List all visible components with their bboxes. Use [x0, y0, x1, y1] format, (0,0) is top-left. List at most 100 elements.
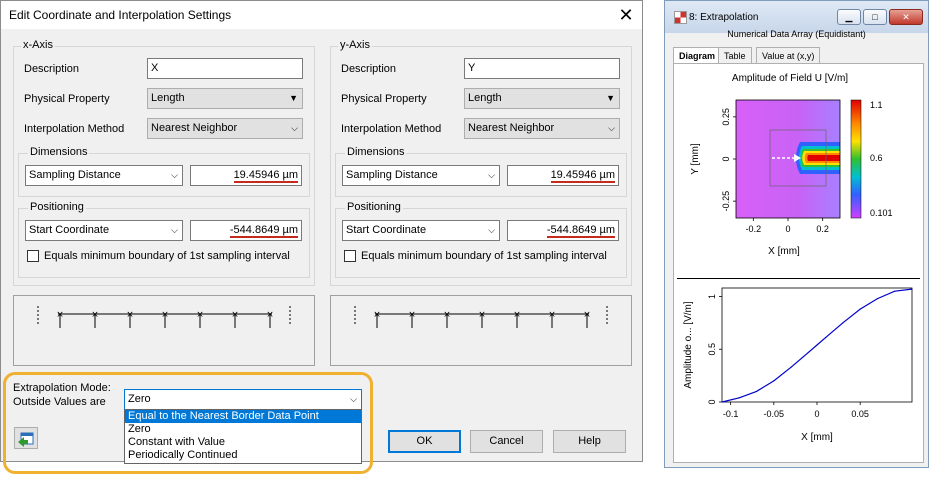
x-positioning-mode-select[interactable]: Start Coordinate ⌵	[25, 220, 183, 241]
x-sampling-distance-input[interactable]: 19.45946 µm	[190, 165, 302, 186]
tab-diagram[interactable]: Diagram	[673, 47, 722, 63]
y-start-coordinate-input[interactable]: -544.8649 µm	[507, 220, 619, 241]
x-physical-property-label: Physical Property	[24, 93, 110, 105]
colorbar-tick-mid: 0.6	[870, 153, 883, 163]
line-point-12	[911, 288, 913, 290]
colorbar-tick-min: 0.101	[870, 208, 893, 218]
x-positioning-title: Positioning	[28, 201, 86, 213]
maximize-icon[interactable]: □	[863, 9, 887, 25]
svg-text:×: ×	[408, 310, 416, 320]
window-subtitle: Numerical Data Array (Equidistant)	[727, 29, 866, 39]
minimize-icon[interactable]: ▁	[837, 9, 861, 25]
x-sampling-preview: × × × × × × ×	[13, 295, 315, 366]
line-point-6	[816, 344, 818, 346]
window-close-icon[interactable]: ✕	[889, 9, 923, 25]
x-equals-checkbox[interactable]	[27, 250, 39, 262]
y-positioning-mode-select[interactable]: Start Coordinate ⌵	[342, 220, 500, 241]
heatmap-x-tick-0: -0.2	[746, 224, 762, 234]
svg-text:×: ×	[443, 310, 451, 320]
x-axis-title: x-Axis	[21, 39, 55, 51]
colorbar	[850, 99, 862, 219]
x-start-coordinate-value: -544.8649 µm	[229, 224, 298, 238]
x-interp-select[interactable]: Nearest Neighbor ⌵	[147, 118, 303, 139]
line-xlabel: X [mm]	[801, 432, 833, 443]
svg-text:×: ×	[231, 310, 239, 320]
y-physical-property-select[interactable]: Length ▼	[464, 88, 620, 109]
line-point-3	[773, 380, 775, 382]
line-chart: 10.50 -0.1 -0.05 0 0.05 X [mm] Amplitude o.…	[683, 287, 913, 443]
line-y-axis: 10.50	[707, 294, 722, 405]
x-physical-property-select[interactable]: Length ▼	[147, 88, 303, 109]
tab-value-at[interactable]: Value at (x,y)	[756, 47, 821, 63]
chevron-down-icon: ⌵	[488, 225, 495, 235]
y-interp-select[interactable]: Nearest Neighbor ⌵	[464, 118, 620, 139]
chevron-down-icon: ⌵	[488, 170, 495, 180]
line-y-tick-1: 0.5	[707, 343, 717, 356]
ok-button[interactable]: OK	[388, 430, 461, 453]
svg-text:×: ×	[126, 310, 134, 320]
svg-text:×: ×	[583, 310, 591, 320]
x-equals-label: Equals minimum boundary of 1st sampling …	[44, 250, 290, 262]
chevron-down-icon: ⌵	[291, 123, 298, 133]
y-sampling-distance-value: 19.45946 µm	[550, 169, 615, 183]
y-dimensions-title: Dimensions	[345, 146, 407, 158]
x-interp-value: Nearest Neighbor	[151, 122, 238, 134]
line-x-tick-0: -0.1	[723, 409, 739, 419]
heatmap-y-tick-2: -0.25	[721, 191, 731, 212]
y-positioning-group	[335, 208, 627, 278]
svg-text:×: ×	[91, 310, 99, 320]
close-icon[interactable]: ✕	[613, 4, 639, 26]
x-physical-property-value: Length	[151, 92, 185, 104]
chevron-down-icon: ⌵	[171, 225, 178, 235]
line-point-2	[755, 390, 758, 393]
line-point-7	[825, 337, 827, 339]
svg-text:×: ×	[478, 310, 486, 320]
x-description-label: Description	[24, 63, 80, 75]
y-positioning-mode-value: Start Coordinate	[346, 224, 427, 236]
heatmap-title: Amplitude of Field U [V/m]	[732, 73, 848, 84]
help-button[interactable]: Help	[553, 430, 626, 453]
cancel-button[interactable]: Cancel	[470, 430, 543, 453]
line-point-9	[859, 308, 861, 310]
y-start-coordinate-value: -544.8649 µm	[546, 224, 615, 238]
x-dimensions-mode-select[interactable]: Sampling Distance ⌵	[25, 165, 183, 186]
x-dimensions-mode-value: Sampling Distance	[29, 169, 121, 181]
line-y-tick-0: 1	[707, 294, 717, 299]
panel-divider	[677, 278, 920, 279]
line-y-tick-2: 0	[707, 399, 717, 404]
y-sampling-distance-input[interactable]: 19.45946 µm	[507, 165, 619, 186]
y-equals-label: Equals minimum boundary of 1st sampling …	[361, 250, 607, 262]
heatmap-hotspot	[796, 142, 840, 174]
line-x-tick-2: 0	[814, 409, 819, 419]
x-description-input[interactable]: X	[147, 58, 303, 79]
heatmap-x-axis: -0.2 0 0.2	[746, 218, 829, 234]
heatmap-y-axis: 0.25 0 -0.25	[721, 108, 736, 211]
y-interp-label: Interpolation Method	[341, 123, 442, 135]
tab-table[interactable]: Table	[718, 47, 752, 63]
y-description-label: Description	[341, 63, 397, 75]
x-dimensions-title: Dimensions	[28, 146, 90, 158]
x-start-coordinate-input[interactable]: -544.8649 µm	[190, 220, 302, 241]
chevron-down-icon: ⌵	[171, 170, 178, 180]
y-equals-checkbox[interactable]	[344, 250, 356, 262]
heatmap-ylabel: Y [mm]	[690, 143, 701, 175]
dialog-title-bar: Edit Coordinate and Interpolation Settin…	[1, 1, 642, 29]
heatmap-xlabel: X [mm]	[768, 246, 800, 257]
y-dimensions-mode-select[interactable]: Sampling Distance ⌵	[342, 165, 500, 186]
line-x-tick-1: -0.05	[764, 409, 785, 419]
extrapolation-highlight	[3, 372, 373, 474]
heatmap-x-tick-1: 0	[785, 224, 790, 234]
y-physical-property-value: Length	[468, 92, 502, 104]
y-description-input[interactable]: Y	[464, 58, 620, 79]
dropdown-arrow-icon: ▼	[606, 93, 615, 103]
line-point-4	[790, 366, 792, 368]
extrapolation-window: 8: Extrapolation ▁ □ ✕ Numerical Data Ar…	[664, 0, 929, 468]
svg-text:×: ×	[513, 310, 521, 320]
line-x-tick-3: 0.05	[851, 409, 869, 419]
x-sampling-distance-value: 19.45946 µm	[233, 169, 298, 183]
svg-text:×: ×	[56, 310, 64, 320]
heatmap-y-tick-1: 0	[721, 156, 731, 161]
x-positioning-group	[18, 208, 310, 278]
y-sampling-preview: × × × × × × ×	[330, 295, 632, 366]
heatmap-y-tick-0: 0.25	[721, 108, 731, 126]
